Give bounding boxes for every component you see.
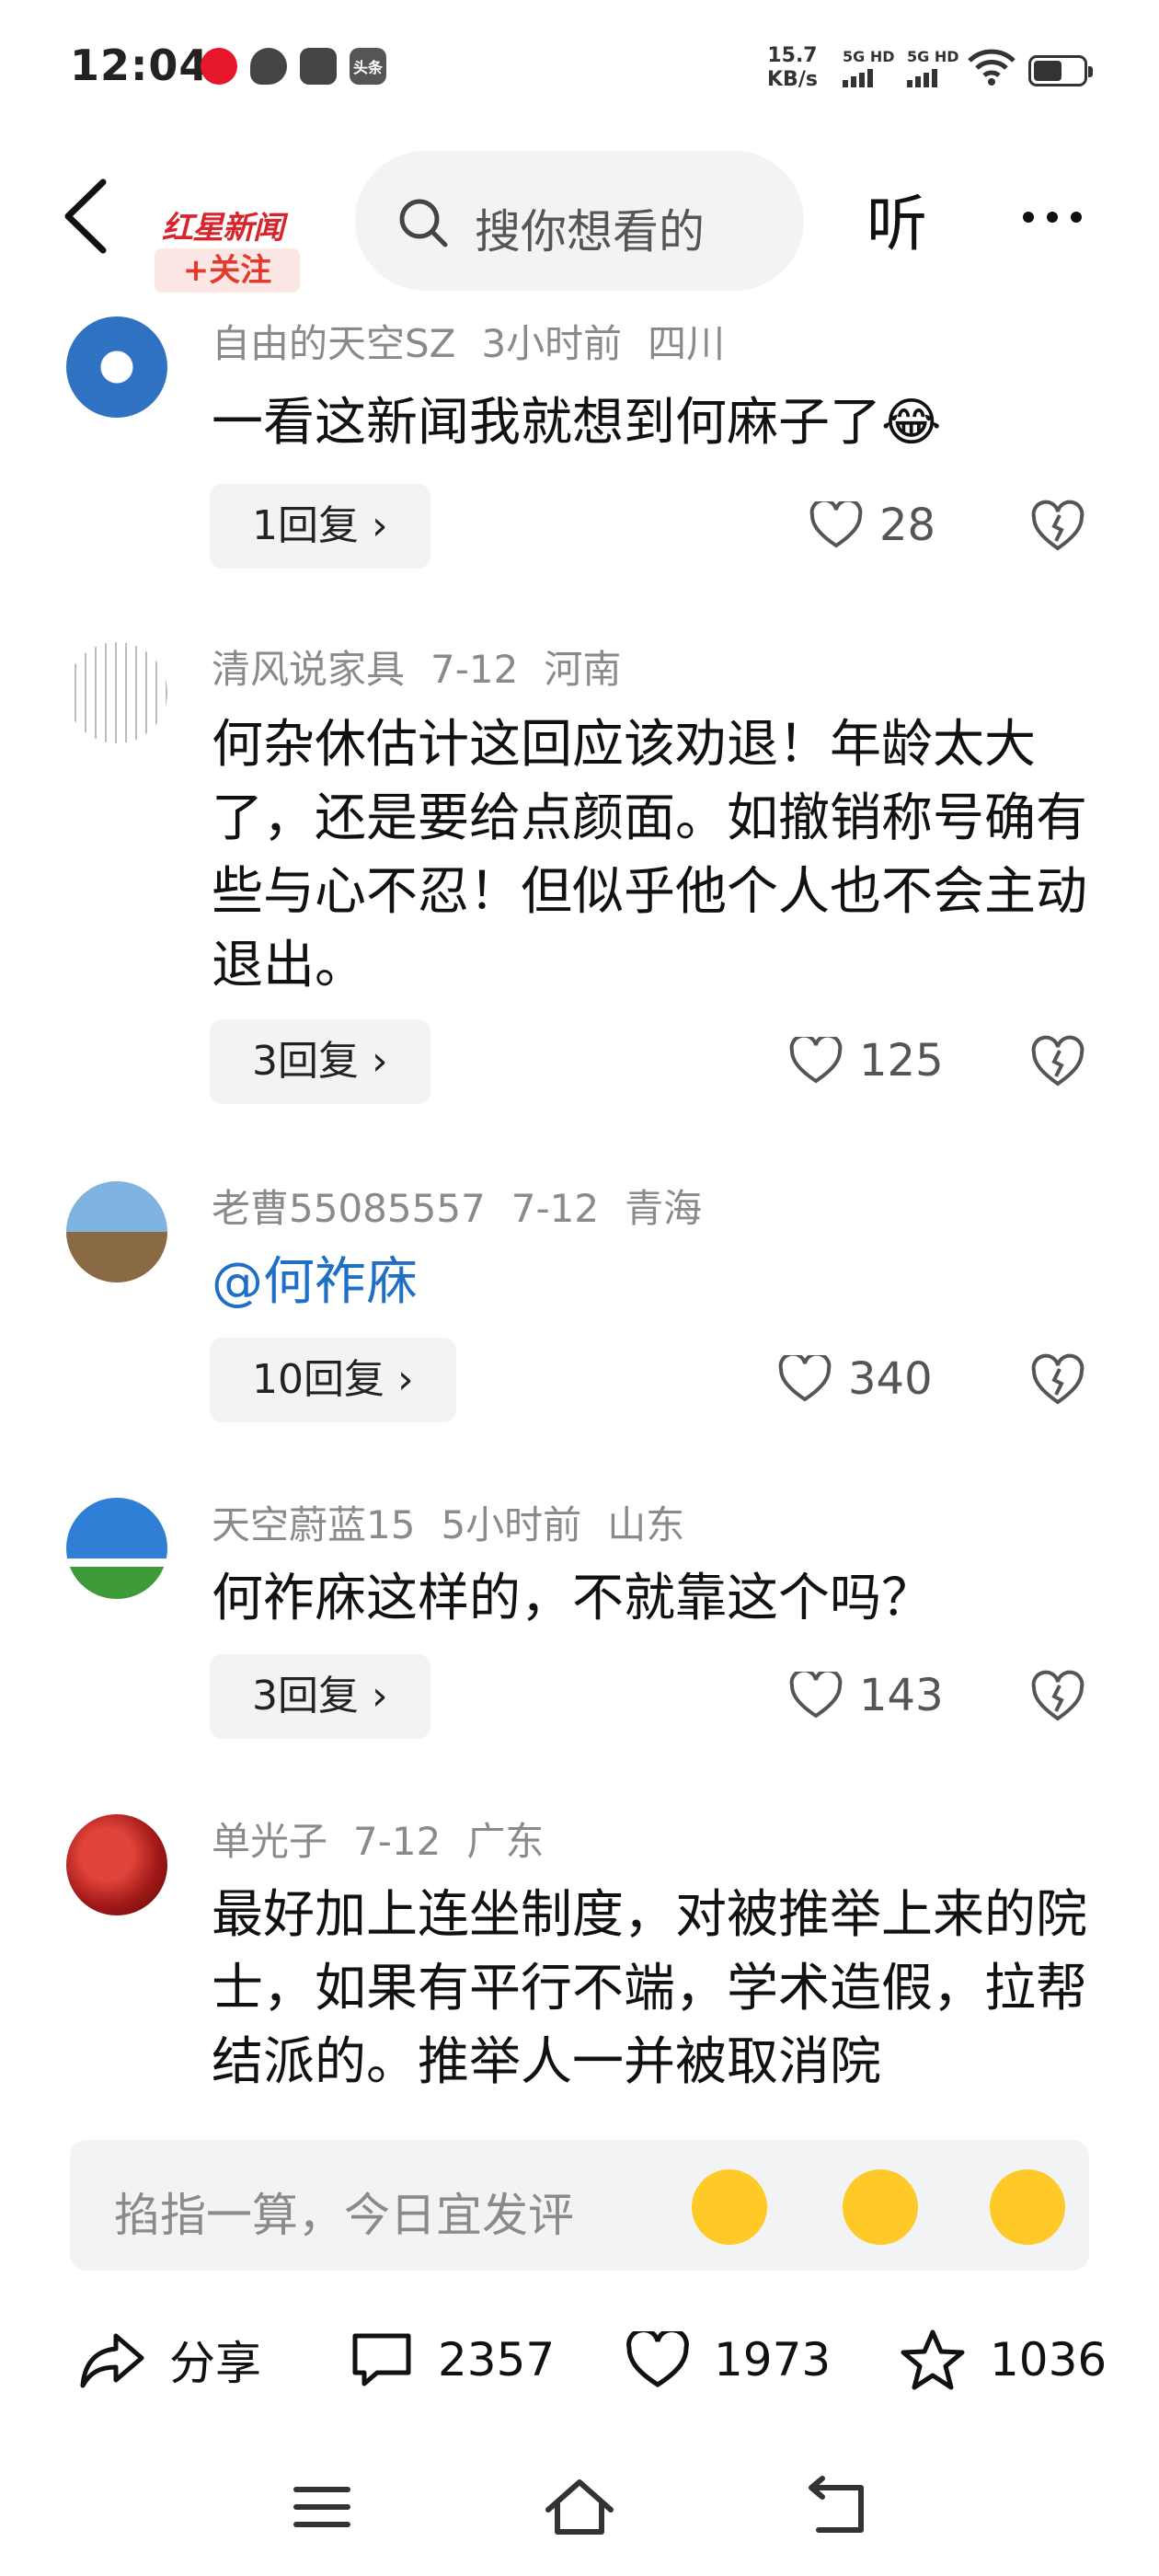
logo-text: 红星新闻 bbox=[162, 210, 284, 247]
mail-icon bbox=[300, 48, 337, 85]
avatar[interactable] bbox=[66, 1814, 167, 1915]
back-nav-icon[interactable] bbox=[800, 2475, 874, 2539]
home-icon[interactable] bbox=[543, 2475, 616, 2539]
top-bar: 红星新闻 +关注 搜你想看的 听 bbox=[0, 138, 1159, 302]
comment-time: 7-12 bbox=[353, 1819, 442, 1864]
comment-text: 何祚庥这样的，不就靠这个吗？ bbox=[212, 1569, 933, 1628]
battery-icon bbox=[1028, 55, 1093, 86]
comment-input[interactable]: 掐指一算，今日宜发评 bbox=[70, 2140, 1089, 2271]
username[interactable]: 清风说家具 bbox=[212, 647, 405, 692]
comment-item: 单光子 7-12 广东 最好加上连坐制度，对被推举上来的院士，如果有平行不端，学术造… bbox=[0, 1811, 1159, 2116]
share-button[interactable]: 分享 bbox=[79, 2318, 261, 2401]
comment-icon bbox=[352, 2333, 411, 2386]
like-count: 143 bbox=[859, 1670, 944, 1721]
heart-icon bbox=[809, 501, 863, 548]
dislike-icon[interactable] bbox=[1028, 1032, 1087, 1091]
comment-location: 山东 bbox=[607, 1502, 685, 1547]
avatar[interactable] bbox=[66, 642, 167, 743]
status-time: 12:04 bbox=[70, 40, 210, 90]
signal-icon-sim1: 5G HD bbox=[843, 48, 895, 87]
search-icon bbox=[399, 199, 448, 247]
signal-icon-sim2: 5G HD bbox=[907, 48, 959, 87]
comment-meta: 清风说家具 7-12 河南 bbox=[212, 638, 647, 695]
wifi-icon bbox=[968, 49, 1016, 86]
comment-meta: 单光子 7-12 广东 bbox=[212, 1811, 569, 1867]
comment-time: 7-12 bbox=[430, 647, 519, 692]
dislike-icon[interactable] bbox=[1028, 1351, 1087, 1409]
comment-placeholder: 掐指一算，今日宜发评 bbox=[114, 2189, 574, 2242]
crying-emoji-icon[interactable] bbox=[843, 2169, 918, 2245]
comment-count: 2357 bbox=[438, 2333, 556, 2386]
comment-location: 河南 bbox=[544, 647, 622, 692]
favorite-button[interactable]: 1036 bbox=[900, 2318, 1107, 2401]
favorite-count: 1036 bbox=[990, 2333, 1107, 2386]
network-speed: 15.7 KB/s bbox=[767, 44, 818, 91]
message-icon bbox=[250, 48, 287, 85]
mention-link[interactable]: @何祚庥 bbox=[212, 1246, 1104, 1319]
heart-icon bbox=[778, 1355, 832, 1402]
like-button[interactable]: 28 bbox=[809, 493, 935, 558]
status-bar: 12:04 头条 15.7 KB/s 5G HD 5G HD bbox=[0, 0, 1159, 138]
comment-meta: 自由的天空SZ 3小时前 四川 bbox=[212, 313, 751, 369]
comment-text: 最好加上连坐制度，对被推举上来的院士，如果有平行不端，学术造假，拉帮结派的。推举… bbox=[212, 1885, 1087, 2092]
more-icon[interactable] bbox=[1023, 212, 1082, 223]
comment-text: 何杂休估计这回应该劝退！年龄太大了，还是要给点颜面。如撤销称号确有些与心不忍！但… bbox=[212, 715, 1087, 995]
like-count: 125 bbox=[859, 1035, 944, 1087]
avatar[interactable] bbox=[66, 1498, 167, 1599]
publisher-logo[interactable]: 红星新闻 +关注 bbox=[155, 155, 300, 293]
dislike-icon[interactable] bbox=[1028, 497, 1087, 556]
back-icon[interactable] bbox=[55, 175, 120, 258]
like-button[interactable]: 143 bbox=[789, 1663, 944, 1728]
username[interactable]: 老曹55085557 bbox=[212, 1186, 486, 1231]
article-like-count: 1973 bbox=[714, 2333, 832, 2386]
toutiao-icon: 头条 bbox=[350, 48, 386, 85]
reply-button[interactable]: 3回复 › bbox=[210, 1654, 430, 1739]
comment-location: 四川 bbox=[648, 321, 726, 366]
listen-button[interactable]: 听 bbox=[866, 175, 927, 263]
comment-time: 3小时前 bbox=[481, 321, 623, 366]
like-button[interactable]: 125 bbox=[789, 1029, 944, 1093]
heart-icon bbox=[789, 1037, 843, 1084]
weibo-icon bbox=[201, 48, 237, 85]
star-icon bbox=[901, 2329, 965, 2390]
comment-time: 7-12 bbox=[511, 1186, 600, 1231]
heart-icon bbox=[789, 1672, 843, 1719]
search-placeholder: 搜你想看的 bbox=[475, 205, 705, 259]
share-label: 分享 bbox=[169, 2337, 261, 2390]
laughing-emoji-icon[interactable] bbox=[990, 2169, 1065, 2245]
avatar[interactable] bbox=[66, 316, 167, 418]
like-button[interactable]: 340 bbox=[778, 1347, 933, 1411]
username[interactable]: 单光子 bbox=[212, 1819, 327, 1864]
avatar[interactable] bbox=[66, 1181, 167, 1282]
reply-button[interactable]: 1回复 › bbox=[210, 484, 430, 569]
like-count: 28 bbox=[879, 500, 936, 551]
heart-icon bbox=[626, 2331, 689, 2387]
username[interactable]: 自由的天空SZ bbox=[212, 321, 455, 366]
menu-icon[interactable] bbox=[285, 2475, 359, 2539]
reply-button[interactable]: 3回复 › bbox=[210, 1019, 430, 1104]
thinking-emoji-icon[interactable] bbox=[692, 2169, 767, 2245]
reply-button[interactable]: 10回复 › bbox=[210, 1338, 456, 1422]
comment-location: 青海 bbox=[625, 1186, 703, 1231]
comment-meta: 天空蔚蓝15 5小时前 山东 bbox=[212, 1494, 710, 1550]
comment-location: 广东 bbox=[466, 1819, 545, 1864]
search-input[interactable]: 搜你想看的 bbox=[355, 151, 804, 291]
comments-button[interactable]: 2357 bbox=[350, 2318, 555, 2401]
comment-time: 5小时前 bbox=[441, 1502, 582, 1547]
dislike-icon[interactable] bbox=[1028, 1667, 1087, 1726]
like-count: 340 bbox=[848, 1353, 933, 1405]
username[interactable]: 天空蔚蓝15 bbox=[212, 1502, 415, 1547]
follow-button[interactable]: +关注 bbox=[155, 248, 300, 293]
notification-icons: 头条 bbox=[201, 48, 386, 85]
share-icon bbox=[80, 2333, 144, 2388]
comment-meta: 老曹55085557 7-12 青海 bbox=[212, 1178, 728, 1234]
like-article-button[interactable]: 1973 bbox=[625, 2318, 831, 2401]
comment-text: 一看这新闻我就想到何麻子了😂 bbox=[212, 393, 942, 453]
